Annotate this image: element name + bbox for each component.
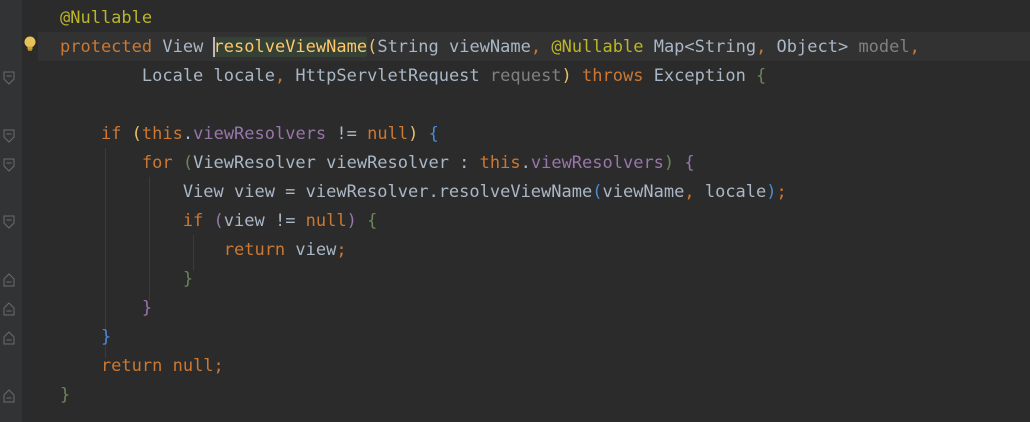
code-line[interactable]: if (view != null) { bbox=[60, 207, 378, 236]
code-token: @Nullable bbox=[551, 37, 644, 57]
code-token: } bbox=[60, 385, 71, 405]
fold-marker-icon[interactable] bbox=[3, 71, 15, 85]
code-token: HttpServletRequest bbox=[295, 66, 490, 86]
code-editor[interactable]: @Nullable protected View resolveViewName(… bbox=[0, 0, 1030, 422]
code-token: ) bbox=[766, 182, 777, 202]
code-token: null bbox=[367, 124, 409, 144]
code-line[interactable]: } bbox=[60, 294, 152, 323]
code-token: { bbox=[756, 66, 767, 86]
code-token: } bbox=[60, 269, 194, 289]
code-token: != bbox=[326, 124, 368, 144]
fold-marker-icon[interactable] bbox=[3, 215, 15, 229]
code-token: view != bbox=[223, 211, 306, 231]
code-token: for bbox=[60, 153, 183, 173]
code-token: Locale locale bbox=[60, 66, 275, 86]
code-token: locale bbox=[704, 182, 767, 202]
code-token: ; bbox=[336, 240, 347, 260]
fold-marker-icon[interactable] bbox=[3, 129, 15, 143]
code-token: if bbox=[60, 211, 214, 231]
code-token: this bbox=[479, 153, 521, 173]
code-token: null bbox=[305, 211, 347, 231]
code-token: Map<String bbox=[643, 37, 757, 57]
code-line[interactable]: protected View resolveViewName(String vi… bbox=[60, 33, 920, 62]
code-token: , bbox=[684, 182, 705, 202]
code-token: return bbox=[60, 240, 296, 260]
code-token: viewResolvers bbox=[530, 153, 664, 173]
code-token: , bbox=[530, 37, 552, 57]
code-token: } bbox=[60, 327, 112, 347]
fold-end-marker-icon[interactable] bbox=[3, 273, 15, 287]
code-token: { bbox=[367, 211, 378, 231]
fold-end-marker-icon[interactable] bbox=[3, 331, 15, 345]
fold-end-marker-icon[interactable] bbox=[3, 389, 15, 403]
code-token: @Nullable bbox=[60, 8, 153, 28]
code-token: ( bbox=[131, 124, 142, 144]
code-token: this bbox=[141, 124, 183, 144]
code-token: resolveViewName bbox=[213, 37, 368, 57]
code-token: throws bbox=[571, 66, 654, 86]
code-token: ) bbox=[561, 66, 572, 86]
code-token: return bbox=[60, 356, 173, 376]
lightbulb-icon[interactable] bbox=[22, 35, 38, 53]
code-token: viewName bbox=[602, 182, 685, 202]
code-token: ) bbox=[663, 153, 675, 173]
code-token: . bbox=[182, 124, 194, 144]
code-token: . bbox=[520, 153, 531, 173]
code-token: { bbox=[684, 153, 695, 173]
code-token: ( bbox=[213, 211, 224, 231]
fold-end-marker-icon[interactable] bbox=[3, 302, 15, 316]
code-token: model bbox=[858, 37, 910, 57]
code-token: ) bbox=[408, 124, 419, 144]
code-token: viewResolvers bbox=[193, 124, 327, 144]
text-caret bbox=[212, 37, 215, 57]
code-token: Object> bbox=[776, 37, 859, 57]
code-line[interactable]: } bbox=[60, 323, 111, 352]
code-token: view bbox=[295, 240, 337, 260]
code-line[interactable]: } bbox=[60, 381, 70, 410]
code-token: View bbox=[152, 37, 214, 57]
code-line[interactable]: View view = viewResolver.resolveViewName… bbox=[60, 178, 787, 207]
code-token: String viewName bbox=[377, 37, 531, 57]
code-token: Exception bbox=[653, 66, 757, 86]
code-line[interactable]: @Nullable bbox=[60, 4, 152, 33]
code-token: , bbox=[756, 37, 777, 57]
code-token: null bbox=[172, 356, 214, 376]
code-token: } bbox=[60, 298, 153, 318]
code-token: protected bbox=[60, 37, 153, 57]
code-token: , bbox=[909, 37, 920, 57]
code-token: , bbox=[274, 66, 296, 86]
code-token: request bbox=[489, 66, 562, 86]
code-token: ViewResolver viewResolver : bbox=[193, 153, 480, 173]
code-token: if bbox=[60, 124, 132, 144]
code-line[interactable]: if (this.viewResolvers != null) { bbox=[60, 120, 439, 149]
code-line[interactable]: for (ViewResolver viewResolver : this.vi… bbox=[60, 149, 695, 178]
editor-gutter[interactable] bbox=[0, 0, 22, 422]
code-token: View view = viewResolver.resolveViewName bbox=[60, 182, 593, 202]
fold-marker-icon[interactable] bbox=[3, 158, 15, 172]
code-token: ; bbox=[776, 182, 787, 202]
code-line[interactable]: return view; bbox=[60, 236, 347, 265]
code-token: ) bbox=[346, 211, 357, 231]
code-line[interactable]: Locale locale, HttpServletRequest reques… bbox=[60, 62, 766, 91]
code-line[interactable]: return null; bbox=[60, 352, 224, 381]
code-token: { bbox=[428, 124, 439, 144]
code-token: ; bbox=[213, 356, 224, 376]
code-line[interactable]: } bbox=[60, 265, 193, 294]
code-token: ( bbox=[182, 153, 194, 173]
code-token: ( bbox=[367, 37, 378, 57]
code-token: ( bbox=[592, 182, 603, 202]
